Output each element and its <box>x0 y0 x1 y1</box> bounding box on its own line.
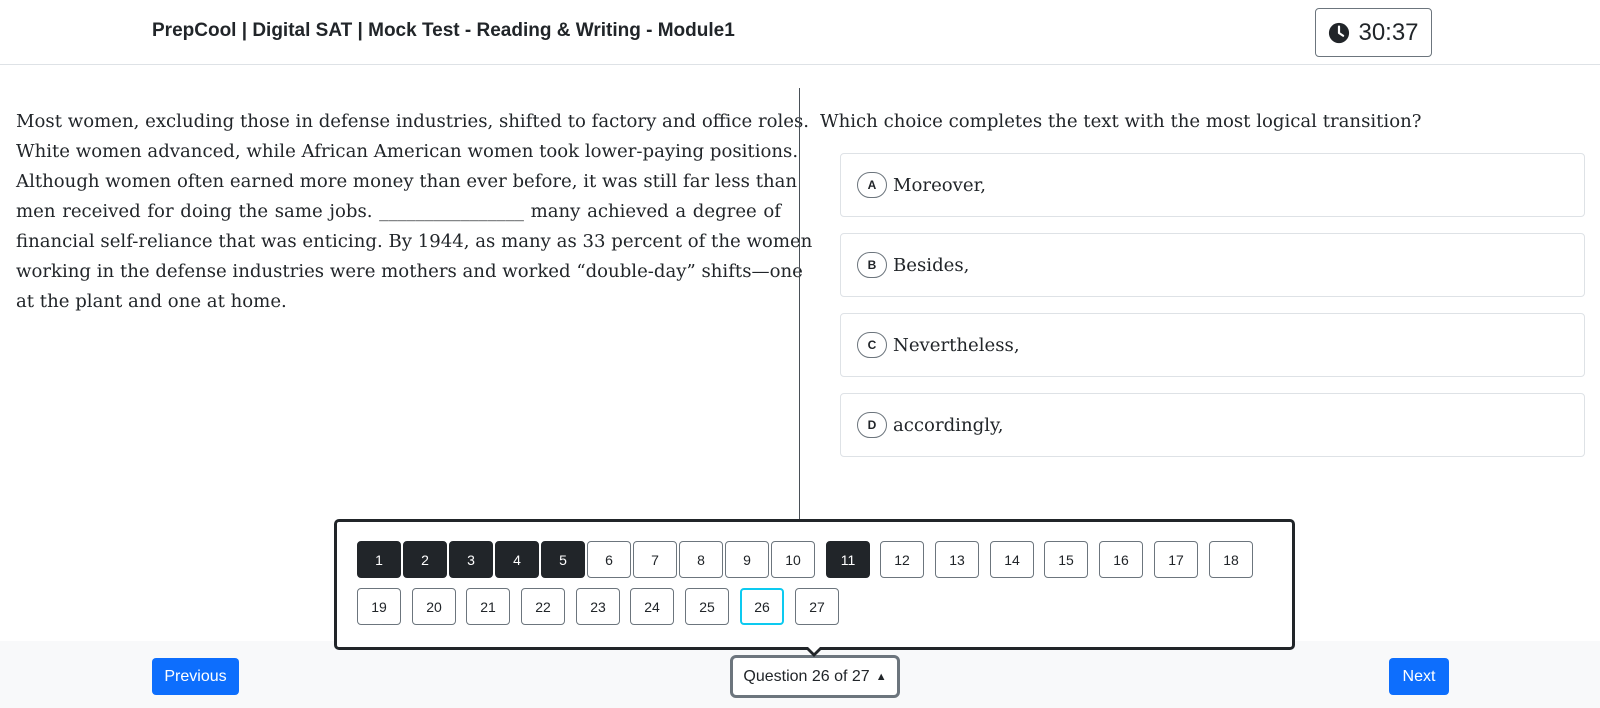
question-nav-button-14[interactable]: 14 <box>990 541 1034 578</box>
question-nav-button-4[interactable]: 4 <box>495 541 539 578</box>
passage-line: White women advanced, while African Amer… <box>16 141 799 162</box>
clock-icon <box>1329 22 1350 43</box>
question-nav-button-7[interactable]: 7 <box>633 541 677 578</box>
question-nav-button-21[interactable]: 21 <box>466 588 510 625</box>
choice-text: accordingly, <box>893 414 1004 436</box>
question-nav-button-3[interactable]: 3 <box>449 541 493 578</box>
question-nav-button-11[interactable]: 11 <box>826 541 870 578</box>
question-prompt: Which choice completes the text with the… <box>820 111 1422 132</box>
question-indicator: Question 26 of 27 <box>743 667 870 685</box>
passage-text: Most women, excluding those in defense i… <box>16 107 813 317</box>
question-nav-button-1[interactable]: 1 <box>357 541 401 578</box>
question-nav-button-16[interactable]: 16 <box>1099 541 1143 578</box>
question-nav-button-17[interactable]: 17 <box>1154 541 1198 578</box>
question-nav-button-9[interactable]: 9 <box>725 541 769 578</box>
passage-line: Although women often earned more money t… <box>16 171 798 192</box>
question-nav-button-5[interactable]: 5 <box>541 541 585 578</box>
question-nav-button-2[interactable]: 2 <box>403 541 447 578</box>
question-nav-button-13[interactable]: 13 <box>935 541 979 578</box>
question-nav-button-6[interactable]: 6 <box>587 541 631 578</box>
choice-b[interactable]: B Besides, <box>840 233 1585 297</box>
next-button[interactable]: Next <box>1389 658 1449 695</box>
previous-button[interactable]: Previous <box>152 658 239 695</box>
passage-line: working in the defense industries were m… <box>16 261 803 282</box>
choice-text: Besides, <box>893 254 970 276</box>
question-nav-button-24[interactable]: 24 <box>630 588 674 625</box>
choice-a[interactable]: A Moreover, <box>840 153 1585 217</box>
popup-pointer-inner <box>808 647 820 653</box>
page-title: PrepCool | Digital SAT | Mock Test - Rea… <box>152 20 735 41</box>
question-nav-button-18[interactable]: 18 <box>1209 541 1253 578</box>
passage-line: men received for doing the same jobs. __… <box>16 201 781 222</box>
choice-letter-badge: D <box>857 412 887 438</box>
choice-letter-badge: B <box>857 252 887 278</box>
choice-c[interactable]: C Nevertheless, <box>840 313 1585 377</box>
header-bar: PrepCool | Digital SAT | Mock Test - Rea… <box>0 0 1600 65</box>
pane-divider[interactable] <box>799 88 800 520</box>
question-nav-button-10[interactable]: 10 <box>771 541 815 578</box>
choice-letter-badge: A <box>857 172 887 198</box>
passage-line: at the plant and one at home. <box>16 291 287 312</box>
question-nav-button-22[interactable]: 22 <box>521 588 565 625</box>
timer[interactable]: 30:37 <box>1315 8 1432 57</box>
question-nav-button-27[interactable]: 27 <box>795 588 839 625</box>
question-nav-button-19[interactable]: 19 <box>357 588 401 625</box>
question-nav-button-20[interactable]: 20 <box>412 588 456 625</box>
passage-line: Most women, excluding those in defense i… <box>16 111 810 132</box>
question-nav-button-25[interactable]: 25 <box>685 588 729 625</box>
passage-line: financial self-reliance that was enticin… <box>16 231 813 252</box>
caret-up-icon: ▲ <box>875 670 887 683</box>
question-nav-button-12[interactable]: 12 <box>880 541 924 578</box>
question-nav-button-8[interactable]: 8 <box>679 541 723 578</box>
question-nav-button-15[interactable]: 15 <box>1044 541 1088 578</box>
choice-letter-badge: C <box>857 332 887 358</box>
choice-text: Moreover, <box>893 174 987 196</box>
question-nav-button-23[interactable]: 23 <box>576 588 620 625</box>
choice-text: Nevertheless, <box>893 334 1020 356</box>
question-navigator-popup <box>334 519 1295 650</box>
choice-d[interactable]: D accordingly, <box>840 393 1585 457</box>
question-nav-button-26[interactable]: 26 <box>740 588 784 625</box>
timer-value: 30:37 <box>1358 18 1419 46</box>
question-navigator-toggle[interactable]: Question 26 of 27 ▲ <box>730 655 900 698</box>
